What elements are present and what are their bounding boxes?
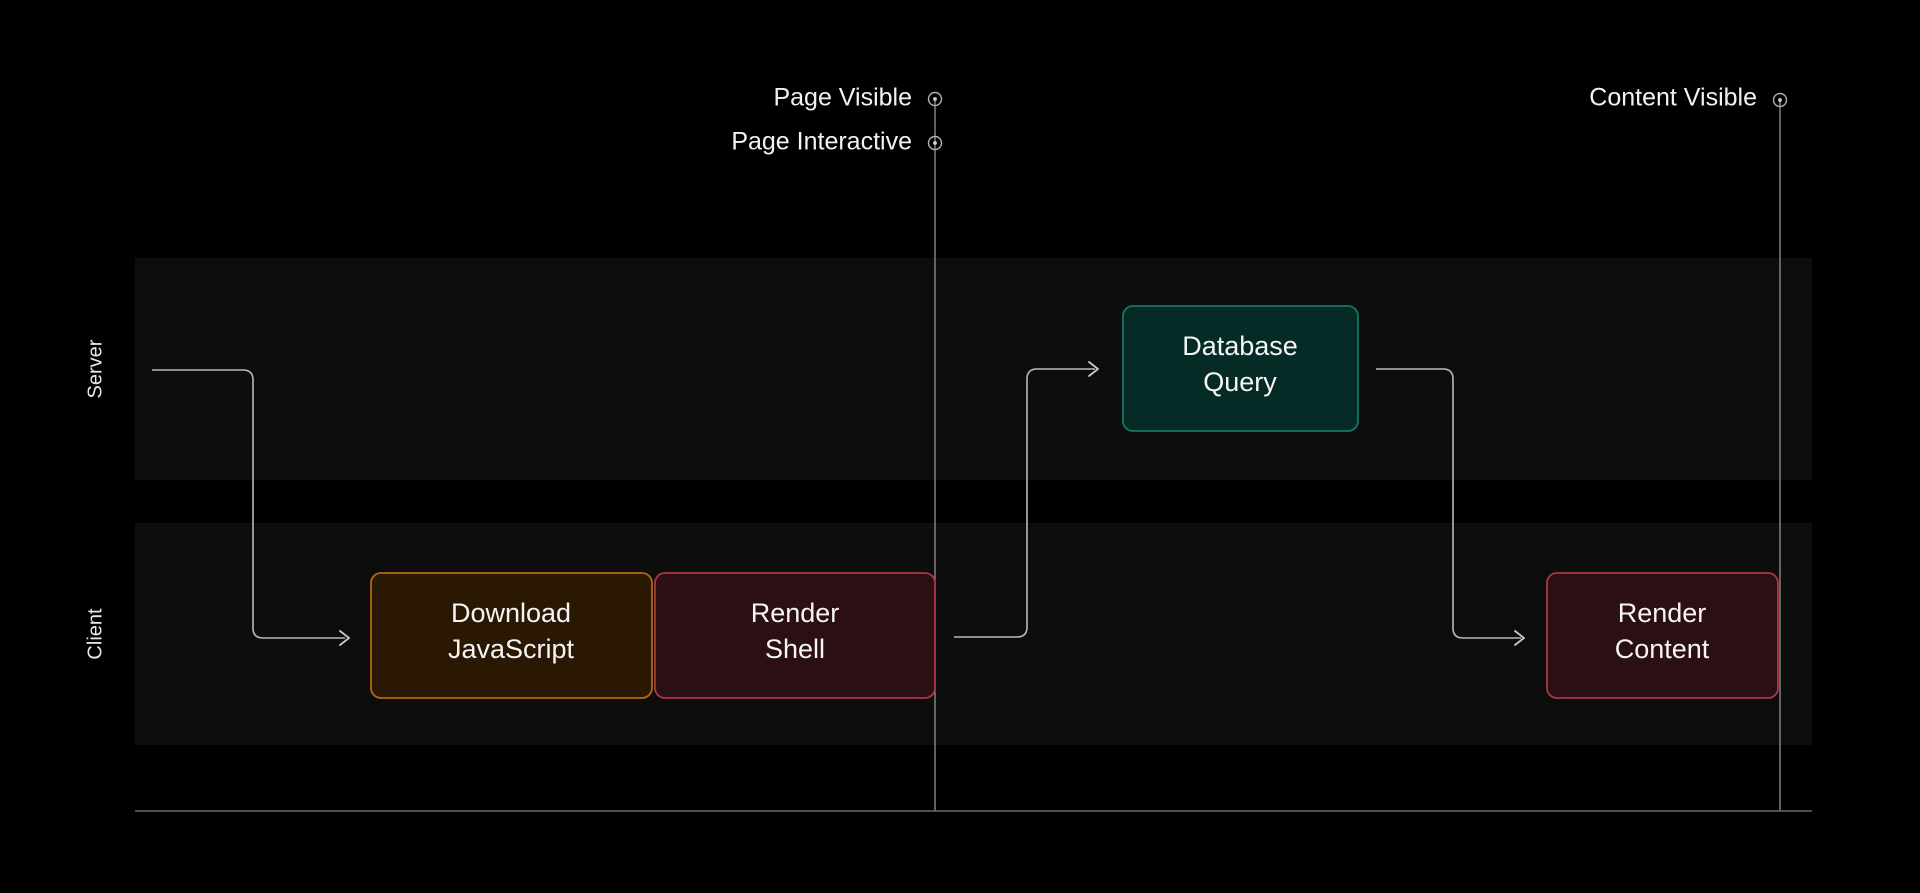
node-render-content-line2: Content	[1615, 634, 1710, 664]
node-database-query-line2: Query	[1203, 367, 1277, 397]
node-render-shell-line1: Render	[751, 598, 840, 628]
node-database-query[interactable]: Database Query	[1123, 306, 1358, 431]
svg-text:Server: Server	[84, 339, 106, 398]
node-download-javascript[interactable]: Download JavaScript	[371, 573, 652, 698]
marker-page-visible-dot-center	[933, 97, 937, 101]
node-render-content-line1: Render	[1618, 598, 1707, 628]
marker-page-visible[interactable]: Page Visible	[773, 84, 941, 112]
marker-page-interactive-dot-center	[933, 141, 937, 145]
node-render-shell-line2: Shell	[765, 634, 825, 664]
node-download-javascript-line1: Download	[451, 598, 571, 628]
svg-text:Client: Client	[84, 608, 106, 660]
marker-content-visible-dot-center	[1778, 98, 1782, 102]
lane-label-client: Client	[84, 608, 106, 660]
node-download-javascript-line2: JavaScript	[448, 634, 575, 664]
diagram-canvas: Server Client Database Query	[0, 0, 1920, 893]
marker-content-visible-label: Content Visible	[1589, 84, 1757, 112]
node-render-content[interactable]: Render Content	[1547, 573, 1778, 698]
lane-band-server	[135, 258, 1812, 480]
marker-page-interactive-label: Page Interactive	[731, 128, 912, 156]
lane-label-server: Server	[84, 339, 106, 398]
timeline-diagram: Server Client Database Query	[0, 0, 1920, 893]
marker-content-visible[interactable]: Content Visible	[1589, 84, 1786, 112]
node-database-query-line1: Database	[1182, 331, 1298, 361]
marker-page-interactive[interactable]: Page Interactive	[731, 128, 941, 156]
marker-page-visible-label: Page Visible	[773, 84, 912, 112]
node-render-shell[interactable]: Render Shell	[655, 573, 935, 698]
